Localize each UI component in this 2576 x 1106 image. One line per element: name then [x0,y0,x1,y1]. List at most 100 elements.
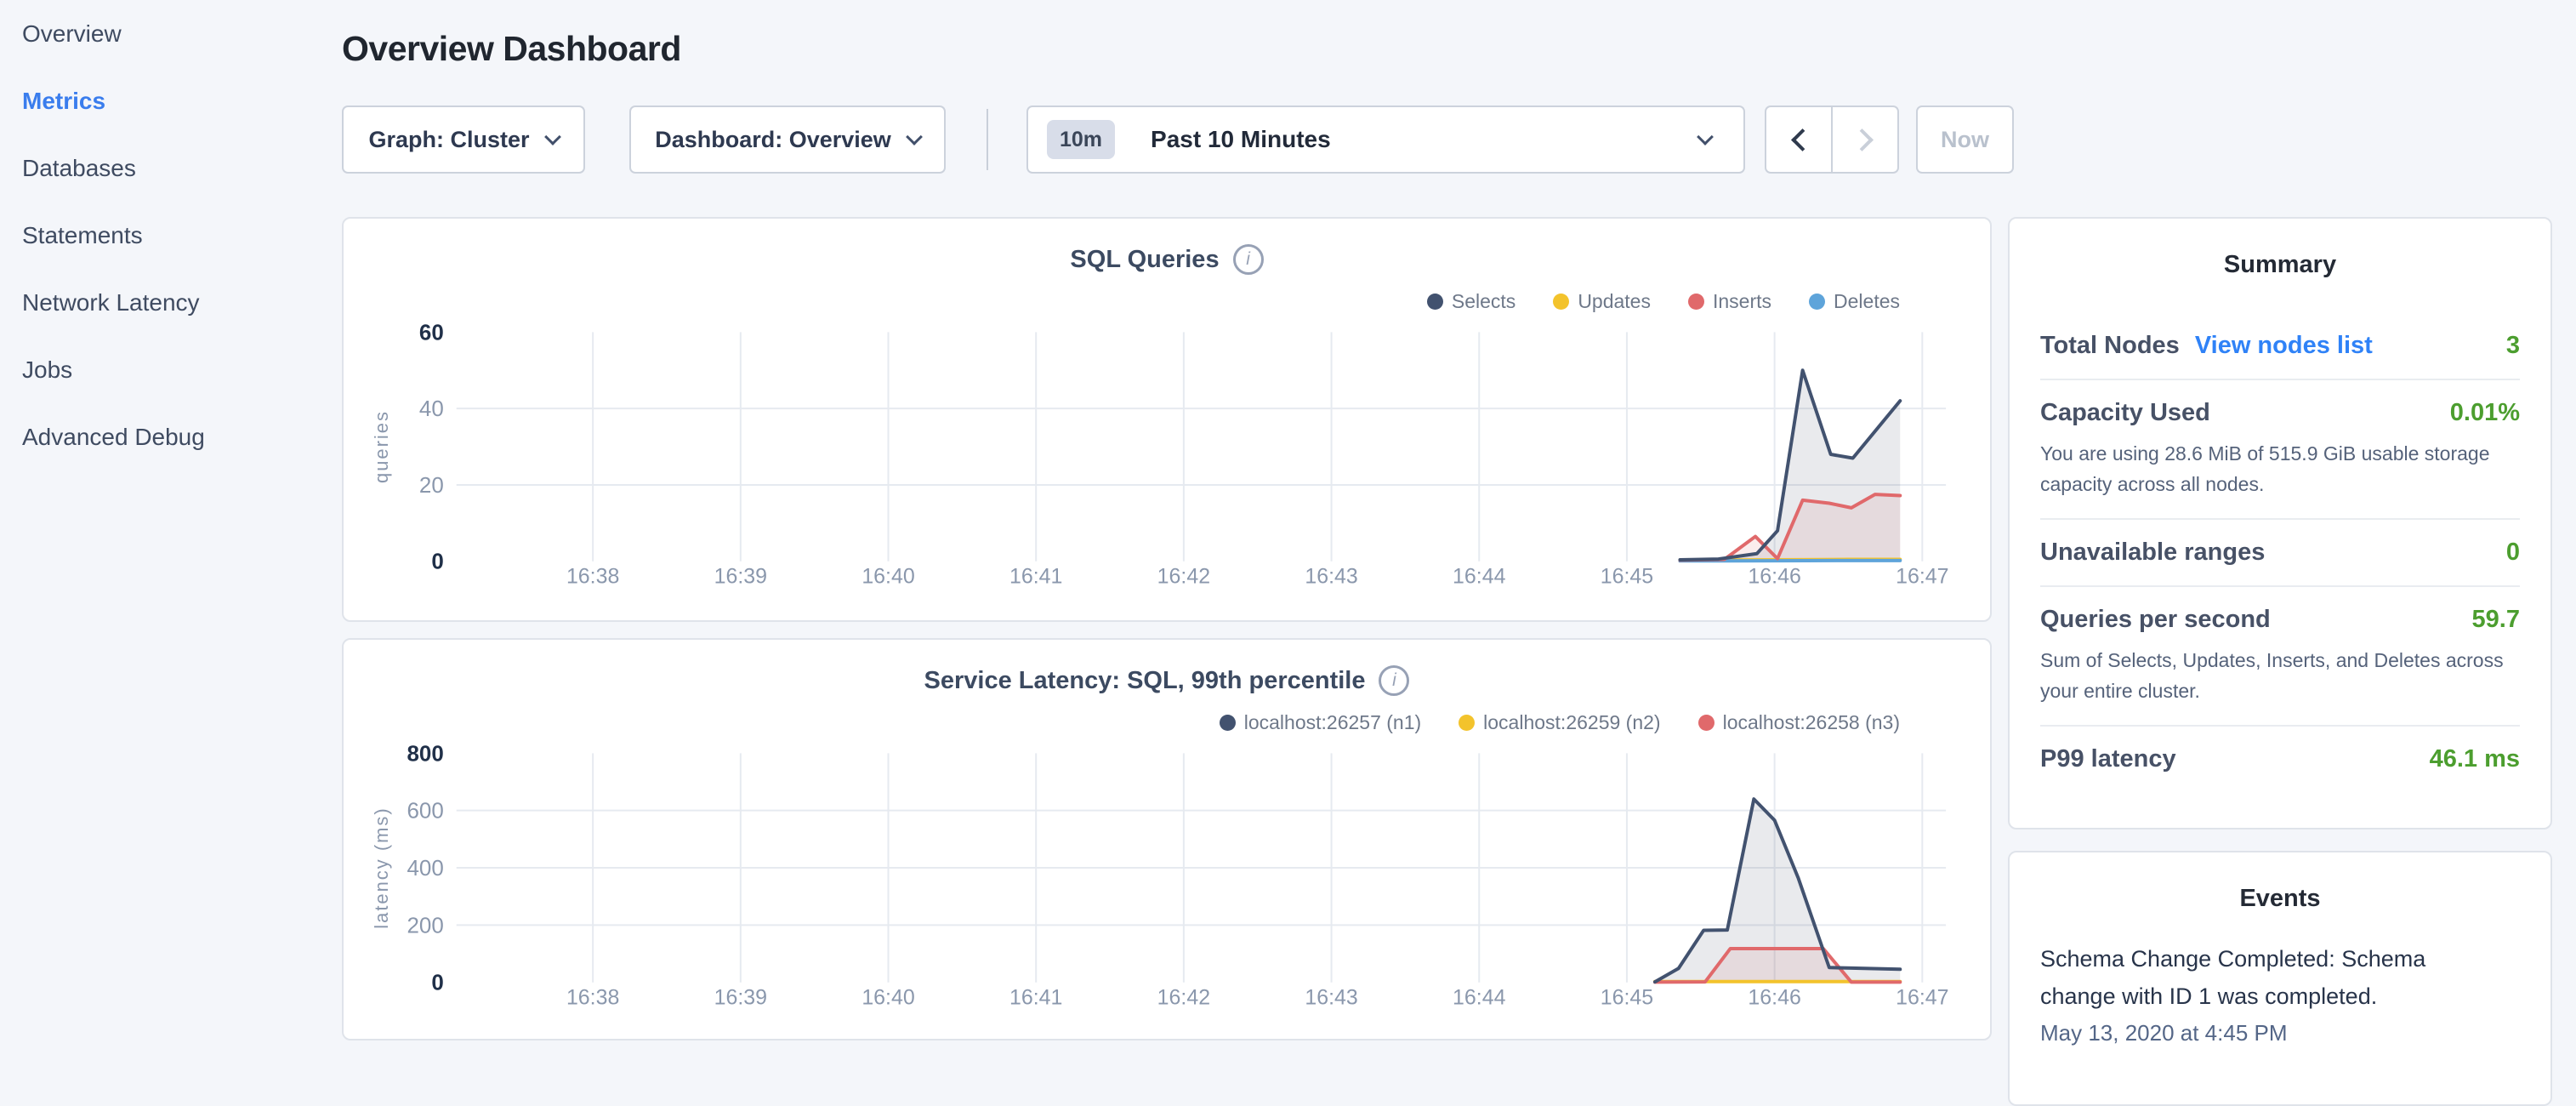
sidebar-item-advanced-debug[interactable]: Advanced Debug [0,403,340,470]
x-tick-label: 16:42 [1157,565,1210,589]
legend-label: localhost:26257 (n1) [1244,711,1421,734]
summary-value: 0 [2506,539,2520,567]
sidebar-item-metrics[interactable]: Metrics [0,67,340,134]
summary-row: Total Nodes View nodes list 3 [2040,313,2520,380]
legend-label: Selects [1452,290,1515,313]
summary-title: Summary [2040,219,2520,279]
legend-item: Selects [1427,290,1515,313]
y-tick-label: 20 [419,474,444,498]
sidebar: OverviewMetricsDatabasesStatementsNetwor… [0,0,340,470]
summary-value: 0.01% [2450,399,2520,427]
graph-selector-label: Graph: Cluster [368,127,529,153]
y-tick-label: 0 [431,550,443,574]
time-window-badge: 10m [1047,120,1115,159]
time-backward-button[interactable] [1766,107,1831,172]
graph-selector-dropdown[interactable]: Graph: Cluster [342,105,585,174]
time-range-selector[interactable]: 10m Past 10 Minutes [1026,105,1745,174]
chart-title: SQL Queries [1070,246,1219,274]
info-icon[interactable]: i [1379,665,1409,696]
legend-item: localhost:26258 (n3) [1698,711,1900,734]
y-axis-title: latency (ms) [371,807,392,928]
legend-item: Updates [1553,290,1651,313]
sql-queries-chart[interactable]: 16:3816:3916:4016:4116:4216:4316:4416:45… [344,316,1990,610]
now-button[interactable]: Now [1916,105,2014,174]
event-text: Schema Change Completed: Schema change w… [2040,940,2465,1015]
sidebar-list: OverviewMetricsDatabasesStatementsNetwor… [0,0,340,470]
toolbar-divider [987,109,988,170]
y-tick-label: 60 [419,321,444,345]
x-tick-label: 16:41 [1009,565,1062,589]
service-latency-chart[interactable]: 16:3816:3916:4016:4116:4216:4316:4416:45… [344,738,1990,1031]
y-tick-label: 200 [407,914,443,938]
events-panel: Events Schema Change Completed: Schema c… [2008,851,2552,1106]
x-tick-label: 16:47 [1896,986,1948,1010]
chart-legend: Selects Updates Inserts Deletes [1427,290,1900,313]
x-tick-label: 16:40 [862,565,914,589]
event-timestamp: May 13, 2020 at 4:45 PM [2040,1020,2520,1046]
legend-item: Deletes [1809,290,1900,313]
sidebar-item-statements[interactable]: Statements [0,202,340,269]
legend-item: localhost:26257 (n1) [1220,711,1421,734]
info-icon[interactable]: i [1233,244,1264,275]
time-forward-button[interactable] [1831,107,1897,172]
y-tick-label: 0 [431,972,443,995]
legend-dot-icon [1553,294,1569,310]
y-tick-label: 40 [419,397,444,421]
dashboard-selector-label: Dashboard: Overview [655,127,891,153]
legend-label: Deletes [1834,290,1900,313]
sidebar-item-databases[interactable]: Databases [0,134,340,202]
info-icon-glyph: i [1246,249,1250,270]
legend-dot-icon [1220,715,1236,731]
legend-label: Updates [1578,290,1651,313]
summary-row: Capacity Used0.01%You are using 28.6 MiB… [2040,380,2520,520]
summary-row: P99 latency 46.1 ms [2040,727,2520,792]
legend-dot-icon [1459,715,1475,731]
summary-label: Total Nodes [2040,332,2180,360]
legend-dot-icon [1688,294,1704,310]
info-icon-glyph: i [1392,670,1396,691]
summary-note: You are using 28.6 MiB of 515.9 GiB usab… [2040,438,2520,499]
chart-legend: localhost:26257 (n1)localhost:26259 (n2)… [1220,711,1900,734]
sidebar-item-network-latency[interactable]: Network Latency [0,269,340,336]
summary-row-head: Total Nodes View nodes list 3 [2040,332,2520,360]
events-title: Events [2040,852,2520,913]
dashboard-selector-dropdown[interactable]: Dashboard: Overview [629,105,946,174]
view-nodes-link[interactable]: View nodes list [2195,332,2373,360]
chart-title-row: SQL Queries i [344,244,1990,275]
summary-row: Unavailable ranges 0 [2040,520,2520,587]
legend-dot-icon [1427,294,1443,310]
summary-label: Unavailable ranges [2040,539,2265,567]
x-tick-label: 16:38 [566,565,619,589]
legend-dot-icon [1809,294,1825,310]
service-latency-panel: Service Latency: SQL, 99th percentile i … [342,638,1992,1040]
time-range-label: Past 10 Minutes [1151,126,1331,153]
sql-queries-panel: SQL Queries i Selects Updates Inserts Delet… [342,217,1992,622]
summary-value: 46.1 ms [2430,745,2520,773]
x-tick-label: 16:41 [1009,986,1062,1010]
summary-label: P99 latency [2040,745,2176,773]
event-item[interactable]: Schema Change Completed: Schema change w… [2040,940,2520,1046]
summary-panel: Summary Total Nodes View nodes list 3 Capac… [2008,217,2552,830]
x-tick-label: 16:45 [1601,986,1653,1010]
chevron-down-icon [544,128,561,145]
legend-item: Inserts [1688,290,1771,313]
summary-row-head: Queries per second59.7 [2040,606,2520,634]
x-tick-label: 16:47 [1896,565,1948,589]
sidebar-item-overview[interactable]: Overview [0,0,340,67]
x-tick-label: 16:43 [1305,565,1357,589]
summary-label: Queries per second [2040,606,2271,634]
chevron-right-icon [1851,128,1874,151]
y-tick-label: 600 [407,800,443,824]
x-tick-label: 16:46 [1748,565,1800,589]
summary-row: Queries per second59.7Sum of Selects, Up… [2040,587,2520,727]
chevron-left-icon [1791,128,1814,151]
x-tick-label: 16:46 [1748,986,1800,1010]
chevron-down-icon [1697,128,1714,145]
y-tick-label: 800 [407,742,443,766]
x-tick-label: 16:40 [862,986,914,1010]
sidebar-item-jobs[interactable]: Jobs [0,336,340,403]
x-tick-label: 16:43 [1305,986,1357,1010]
chart-title: Service Latency: SQL, 99th percentile [924,667,1366,695]
summary-value: 3 [2506,332,2520,360]
summary-rows: Total Nodes View nodes list 3 Capacity Used… [2040,313,2520,792]
